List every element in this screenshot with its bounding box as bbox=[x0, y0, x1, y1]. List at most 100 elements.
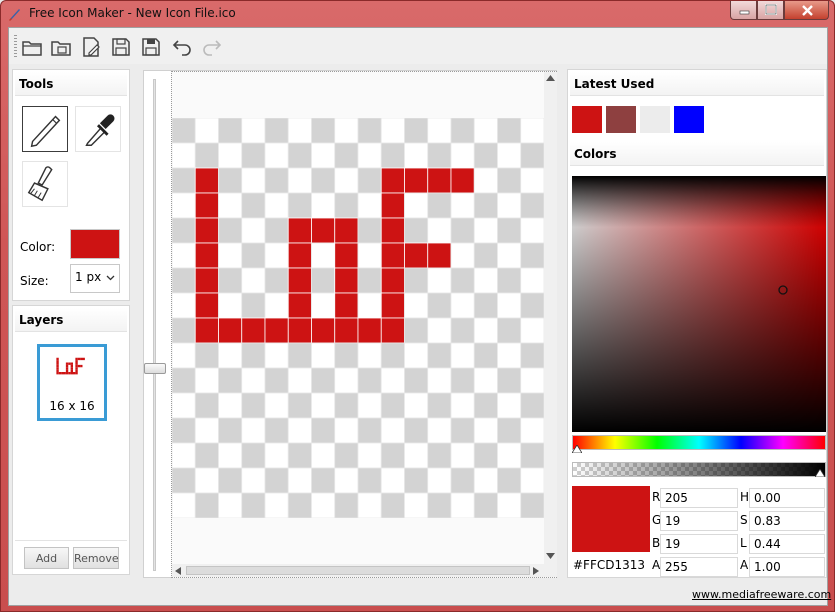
pixel-cell[interactable] bbox=[334, 242, 359, 269]
pixel-cell[interactable] bbox=[218, 217, 243, 244]
pixel-cell[interactable] bbox=[450, 367, 475, 394]
pixel-cell[interactable] bbox=[473, 342, 498, 369]
pixel-cell[interactable] bbox=[473, 267, 498, 294]
pixel-cell[interactable] bbox=[450, 492, 475, 518]
pixel-cell[interactable] bbox=[264, 292, 289, 319]
pixel-cell[interactable] bbox=[380, 417, 405, 444]
pixel-cell[interactable] bbox=[218, 317, 243, 344]
pixel-cell[interactable] bbox=[427, 142, 452, 169]
pixel-cell[interactable] bbox=[473, 317, 498, 344]
pixel-cell[interactable] bbox=[218, 118, 243, 144]
pixel-cell[interactable] bbox=[334, 217, 359, 244]
pixel-cell[interactable] bbox=[311, 467, 336, 494]
pixel-cell[interactable] bbox=[404, 142, 429, 169]
pixel-cell[interactable] bbox=[404, 467, 429, 494]
pixel-cell[interactable] bbox=[334, 167, 359, 194]
latest-color-swatch[interactable] bbox=[640, 106, 670, 133]
pixel-cell[interactable] bbox=[334, 417, 359, 444]
maximize-button[interactable] bbox=[757, 1, 784, 20]
pixel-cell[interactable] bbox=[172, 467, 196, 494]
pixel-cell[interactable] bbox=[334, 142, 359, 169]
pixel-cell[interactable] bbox=[311, 267, 336, 294]
pixel-cell[interactable] bbox=[218, 267, 243, 294]
alpha-slider-handle-icon[interactable] bbox=[815, 469, 825, 477]
hue-slider-handle-icon[interactable] bbox=[572, 445, 582, 453]
pixel-cell[interactable] bbox=[357, 417, 382, 444]
pixel-cell[interactable] bbox=[450, 417, 475, 444]
pixel-cell[interactable] bbox=[357, 217, 382, 244]
scroll-left-icon[interactable] bbox=[175, 567, 181, 575]
pixel-cell[interactable] bbox=[172, 217, 196, 244]
pixel-cell[interactable] bbox=[241, 442, 266, 469]
pixel-cell[interactable] bbox=[287, 317, 312, 344]
pixel-cell[interactable] bbox=[334, 118, 359, 144]
pixel-cell[interactable] bbox=[287, 367, 312, 394]
pixel-cell[interactable] bbox=[427, 217, 452, 244]
pixel-cell[interactable] bbox=[194, 167, 219, 194]
pixel-cell[interactable] bbox=[172, 342, 196, 369]
pixel-cell[interactable] bbox=[520, 292, 544, 319]
pixel-cell[interactable] bbox=[334, 367, 359, 394]
pixel-cell[interactable] bbox=[311, 442, 336, 469]
pixel-cell[interactable] bbox=[473, 217, 498, 244]
pixel-cell[interactable] bbox=[264, 392, 289, 419]
new-file-button[interactable] bbox=[79, 35, 103, 59]
pixel-cell[interactable] bbox=[287, 442, 312, 469]
pixel-cell[interactable] bbox=[404, 242, 429, 269]
pixel-cell[interactable] bbox=[427, 192, 452, 219]
pixel-cell[interactable] bbox=[404, 192, 429, 219]
pixel-cell[interactable] bbox=[264, 267, 289, 294]
fill-brush-tool[interactable] bbox=[22, 161, 68, 207]
pixel-cell[interactable] bbox=[380, 167, 405, 194]
pixel-cell[interactable] bbox=[520, 118, 544, 144]
pixel-cell[interactable] bbox=[264, 217, 289, 244]
remove-layer-button[interactable]: Remove bbox=[73, 547, 119, 569]
pixel-cell[interactable] bbox=[334, 192, 359, 219]
pixel-cell[interactable] bbox=[380, 192, 405, 219]
pixel-cell[interactable] bbox=[520, 167, 544, 194]
pixel-cell[interactable] bbox=[450, 392, 475, 419]
pixel-grid[interactable] bbox=[172, 118, 544, 518]
pixel-cell[interactable] bbox=[450, 242, 475, 269]
pixel-cell[interactable] bbox=[427, 167, 452, 194]
pixel-cell[interactable] bbox=[473, 192, 498, 219]
pixel-cell[interactable] bbox=[473, 392, 498, 419]
pixel-cell[interactable] bbox=[404, 267, 429, 294]
pixel-cell[interactable] bbox=[427, 342, 452, 369]
pixel-cell[interactable] bbox=[334, 392, 359, 419]
pixel-cell[interactable] bbox=[194, 417, 219, 444]
pixel-cell[interactable] bbox=[380, 142, 405, 169]
pixel-cell[interactable] bbox=[497, 217, 522, 244]
pixel-cell[interactable] bbox=[450, 192, 475, 219]
open-image-button[interactable] bbox=[49, 35, 73, 59]
pixel-cell[interactable] bbox=[450, 217, 475, 244]
pixel-cell[interactable] bbox=[194, 267, 219, 294]
pixel-cell[interactable] bbox=[287, 417, 312, 444]
pixel-cell[interactable] bbox=[172, 142, 196, 169]
pixel-cell[interactable] bbox=[380, 317, 405, 344]
pixel-cell[interactable] bbox=[172, 367, 196, 394]
pixel-cell[interactable] bbox=[194, 192, 219, 219]
minimize-button[interactable] bbox=[730, 1, 757, 20]
pixel-cell[interactable] bbox=[264, 442, 289, 469]
pixel-cell[interactable] bbox=[404, 492, 429, 518]
pixel-cell[interactable] bbox=[172, 167, 196, 194]
pixel-cell[interactable] bbox=[357, 392, 382, 419]
pixel-cell[interactable] bbox=[357, 267, 382, 294]
pixel-cell[interactable] bbox=[287, 267, 312, 294]
pixel-cell[interactable] bbox=[404, 167, 429, 194]
redo-button[interactable] bbox=[200, 35, 224, 59]
pixel-cell[interactable] bbox=[357, 342, 382, 369]
pixel-cell[interactable] bbox=[264, 118, 289, 144]
scroll-down-icon[interactable] bbox=[546, 553, 555, 559]
pixel-cell[interactable] bbox=[520, 192, 544, 219]
pixel-cell[interactable] bbox=[287, 118, 312, 144]
title-bar[interactable]: Free Icon Maker - New Icon File.ico bbox=[1, 1, 834, 27]
pixel-cell[interactable] bbox=[520, 417, 544, 444]
pixel-cell[interactable] bbox=[264, 367, 289, 394]
pixel-cell[interactable] bbox=[241, 192, 266, 219]
pixel-cell[interactable] bbox=[404, 417, 429, 444]
latest-color-swatch[interactable] bbox=[674, 106, 704, 133]
pixel-cell[interactable] bbox=[380, 467, 405, 494]
pixel-cell[interactable] bbox=[241, 467, 266, 494]
